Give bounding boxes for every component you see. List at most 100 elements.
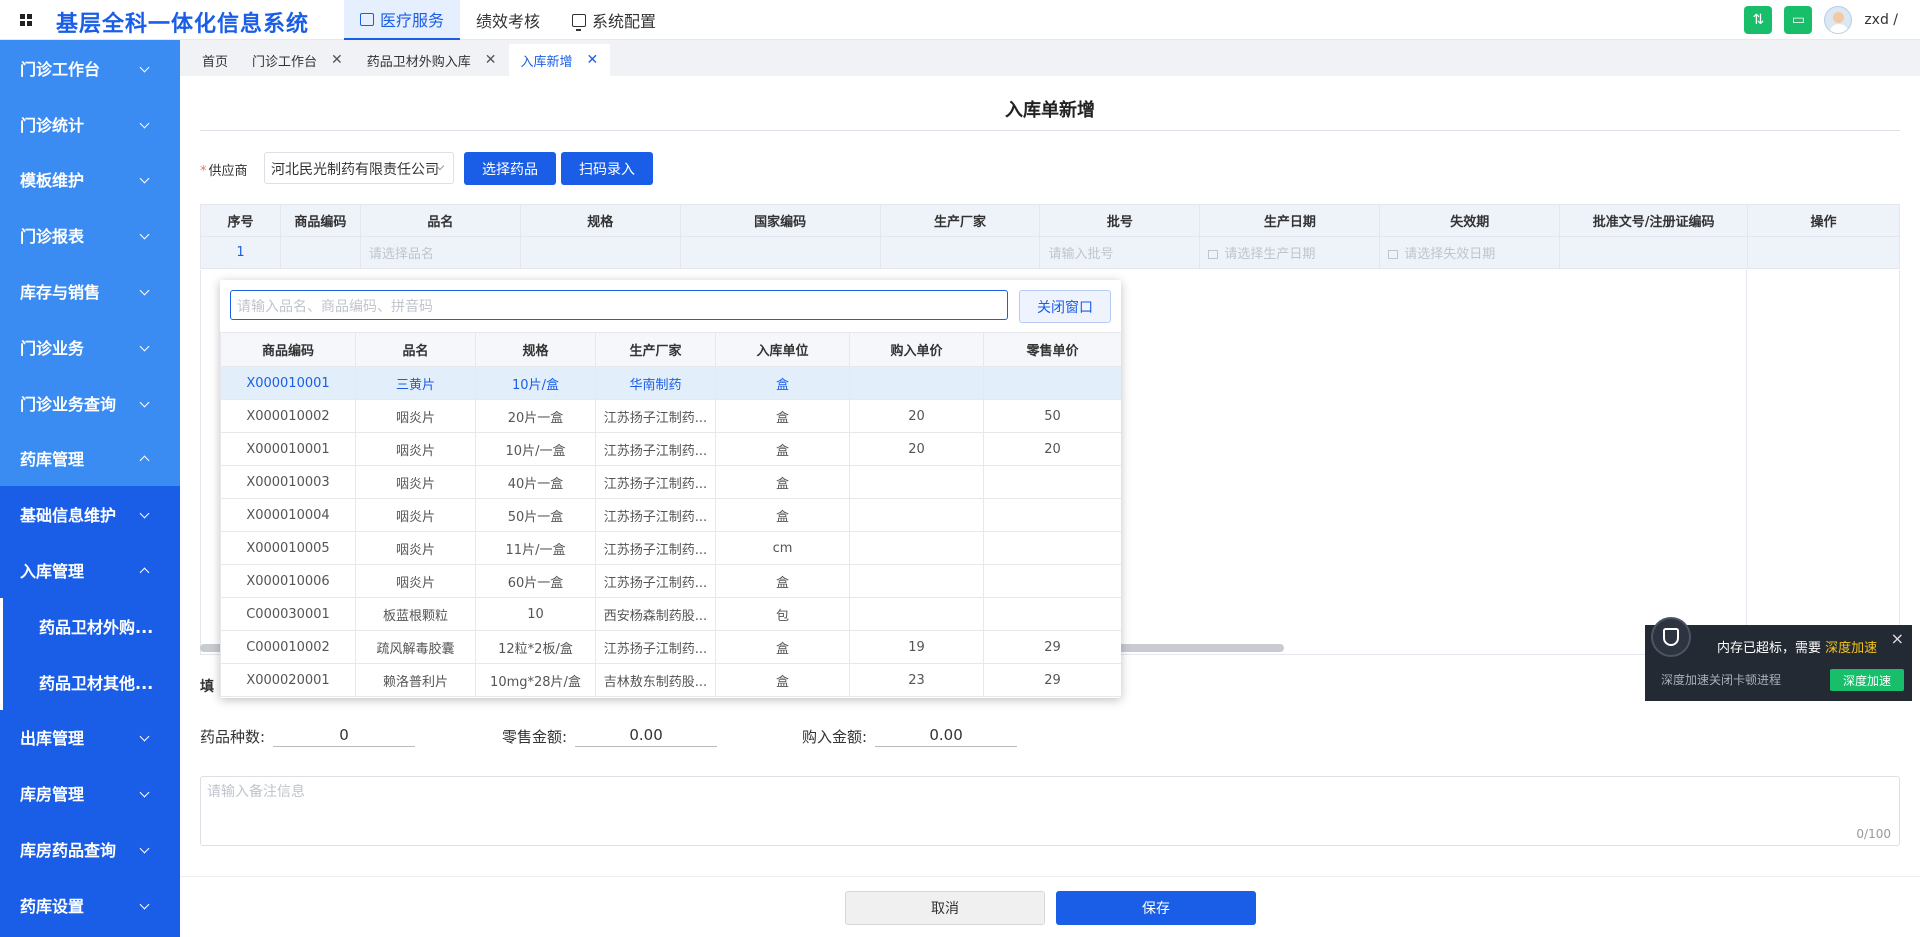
chevron-down-icon [139,899,150,910]
unit-cell: 包 [715,597,850,631]
production-date-picker[interactable]: 请选择生产日期 [1199,236,1381,269]
table-row[interactable]: X000010005 咽炎片 11片/一盒 江苏扬子江制药... cm [220,531,1121,565]
column-header: 生产厂家 [595,332,716,367]
table-row[interactable]: X000010002 咽炎片 20片一盒 江苏扬子江制药... 盒 20 50 [220,399,1121,433]
avatar[interactable] [1824,6,1853,34]
topnav-system-config[interactable]: 系统配置 [556,0,672,40]
close-icon[interactable]: ✕ [587,52,599,68]
table-row[interactable]: X000010001 三黄片 10片/盒 华南制药盒 [220,366,1121,400]
sidebar-item-basic-info[interactable]: 基础信息维护 [0,486,180,542]
manufacturer-cell: 江苏扬子江制药... [595,432,716,466]
tab-home[interactable]: 首页 [190,44,240,76]
column-header: 批号 [1039,204,1201,237]
sidebar-item-clinic-workbench[interactable]: 门诊工作台 [0,40,180,96]
expiry-date-picker[interactable]: 请选择失效日期 [1379,236,1561,269]
chevron-down-icon [139,62,150,73]
sidebar-item-label: 门诊统计 [20,115,85,135]
code-cell: X000010003 [220,465,356,499]
sidebar-item-pharmacy[interactable]: 药库管理 [0,430,180,487]
name-input[interactable]: 请选择品名 [359,236,521,269]
table-row[interactable]: X000010004 咽炎片 50片一盒 江苏扬子江制药... 盒 [220,498,1121,532]
cancel-button[interactable]: 取消 [845,891,1045,925]
drug-kinds-summary: 药品种数: 0 [200,726,416,747]
toast-subtext: 深度加速关闭卡顿进程 [1661,673,1782,687]
toast-message: 内存已超标，需要 深度加速 [1717,637,1877,656]
deep-accelerate-button[interactable]: 深度加速 [1830,669,1904,691]
table-row[interactable]: C000010002 疏风解毒胶囊 12粒*2板/盒 江苏扬子江制药... 盒 19 29 [220,630,1121,664]
save-button[interactable]: 保存 [1056,891,1256,925]
screen-icon[interactable]: ▭ [1784,6,1813,34]
scan-entry-button[interactable]: 扫码录入 [561,152,653,185]
tab-clinic-workbench[interactable]: 门诊工作台 ✕ [240,44,355,76]
close-icon[interactable]: ✕ [485,52,497,68]
sidebar-item-label: 出库管理 [20,729,85,749]
topnav-performance[interactable]: 绩效考核 [460,0,556,40]
sidebar-item-template[interactable]: 模板维护 [0,151,180,208]
drug-select-popup: 请输入品名、商品编码、拼音码 关闭窗口 商品编码 品名 规格 生产厂家 入库单位… [220,280,1121,698]
summary-label: 购入金额: [802,728,868,746]
purchase-price-cell: 19 [849,630,984,664]
sidebar-item-clinic-business[interactable]: 门诊业务 [0,318,180,375]
toast-highlight[interactable]: 深度加速 [1825,641,1877,656]
manufacturer-cell: 华南制药 [595,366,716,400]
remark-textarea[interactable]: 请输入备注信息 0/100 [200,776,1900,846]
sidebar-item-stock-sales[interactable]: 库存与销售 [0,263,180,319]
spec-cell: 10mg*28片/盒 [475,663,596,697]
close-icon[interactable]: × [1891,629,1904,648]
purchase-price-cell [849,498,984,532]
sidebar-item-outbound[interactable]: 出库管理 [0,710,180,766]
retail-price-cell [983,531,1121,565]
retail-amount-summary: 零售金额: 0.00 [502,726,718,747]
supplier-select[interactable]: 河北民光制药有限责任公司 [264,152,454,184]
sidebar-item-warehouse-query[interactable]: 库房药品查询 [0,821,180,877]
manufacturer-cell: 江苏扬子江制药... [595,531,716,565]
transfer-icon[interactable]: ⇅ [1744,6,1773,34]
drug-search-input[interactable]: 请输入品名、商品编码、拼音码 [230,290,1008,320]
sidebar-item-pharmacy-settings[interactable]: 药库设置 [0,877,180,933]
unit-cell: cm [715,531,850,565]
table-row[interactable]: X000010006 咽炎片 60片一盒 江苏扬子江制药... 盒 [220,564,1121,598]
table-row[interactable]: X000010001 咽炎片 10片/一盒 江苏扬子江制药... 盒 20 20 [220,432,1121,466]
sidebar-item-label: 库房药品查询 [20,841,117,861]
tab-external-purchase[interactable]: 药品卫材外购入库 ✕ [355,44,509,76]
spec-cell: 10片/盒 [475,366,596,400]
divider [200,130,1900,131]
batch-input[interactable]: 请输入批号 [1039,236,1201,269]
spec-cell [519,236,681,269]
date-placeholder: 请选择生产日期 [1224,247,1316,262]
close-window-button[interactable]: 关闭窗口 [1019,290,1111,323]
user-name[interactable]: zxd / [1864,12,1898,28]
close-icon[interactable]: ✕ [331,52,343,68]
retail-price-cell [983,597,1121,631]
select-drug-button[interactable]: 选择药品 [464,152,556,185]
inbound-table: 序号 商品编码 品名 规格 国家编码 生产厂家 批号 生产日期 失效期 批准文号… [200,204,1900,269]
app-grid-icon[interactable] [20,14,32,26]
tab-inbound-new[interactable]: 入库新增 ✕ [508,44,611,76]
unit-cell: 盒 [715,498,850,532]
sidebar-item-clinic-query[interactable]: 门诊业务查询 [0,374,180,431]
column-header: 操作 [1747,204,1900,237]
code-cell [279,236,361,269]
retail-price-cell: 50 [983,399,1121,433]
sidebar-item-warehouse[interactable]: 库房管理 [0,765,180,821]
sidebar-item-other-inbound[interactable]: 药品卫材其他... [0,653,180,710]
topnav-medical-service[interactable]: 医疗服务 [344,0,461,40]
table-row[interactable]: C000030001 板蓝根颗粒 10 西安杨森制药股... 包 [220,597,1121,631]
sidebar-item-external-purchase[interactable]: 药品卫材外购... [0,597,180,654]
table-row[interactable]: X000010003 咽炎片 40片一盒 江苏扬子江制药... 盒 [220,465,1121,499]
chevron-down-icon [139,229,150,240]
spec-cell: 10片/一盒 [475,432,596,466]
spec-cell: 11片/一盒 [475,531,596,565]
sidebar-item-label: 门诊业务查询 [20,394,117,414]
purchase-price-cell: 20 [849,432,984,466]
name-cell: 赖洛普利片 [355,663,476,697]
top-bar: 基层全科一体化信息系统 医疗服务 绩效考核 系统配置 ⇅ ▭ zxd / [0,0,1920,40]
sidebar-item-clinic-stats[interactable]: 门诊统计 [0,95,180,152]
sidebar-item-inbound[interactable]: 入库管理 [0,542,180,598]
topnav-label: 绩效考核 [476,12,541,31]
retail-price-cell [983,366,1121,400]
column-header: 国家编码 [679,204,881,237]
sidebar-item-label: 基础信息维护 [20,506,117,526]
table-row[interactable]: X000020001 赖洛普利片 10mg*28片/盒 吉林敖东制药股... 盒 23 29 [220,663,1121,697]
sidebar-item-clinic-report[interactable]: 门诊报表 [0,207,180,264]
